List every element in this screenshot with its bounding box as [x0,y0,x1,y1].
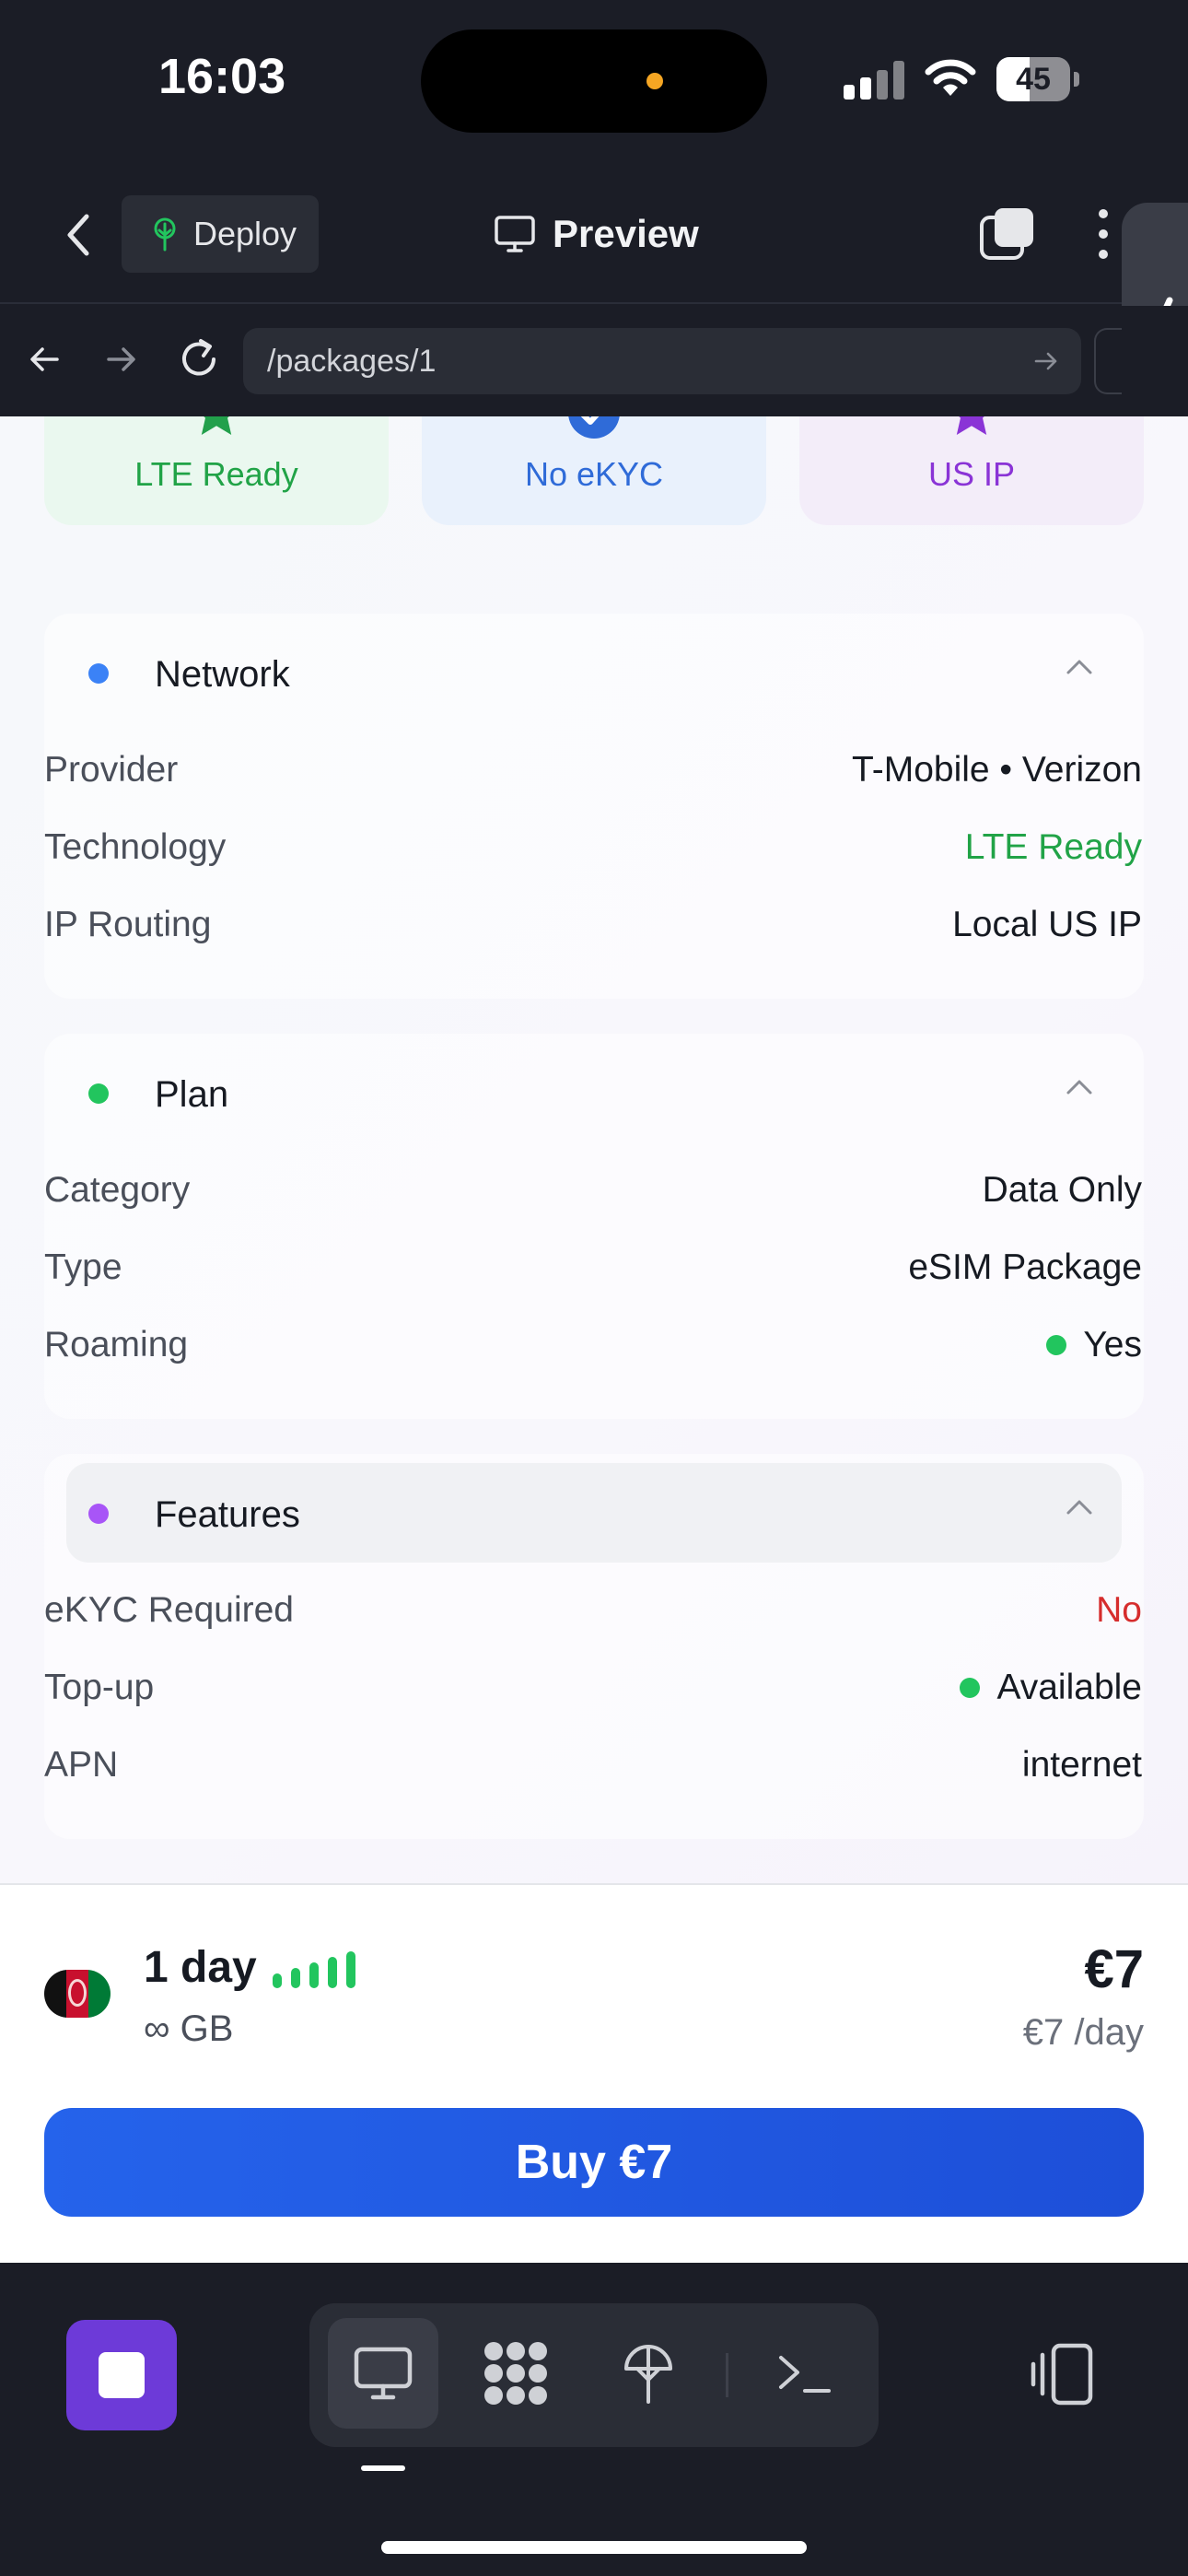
nav-forward-icon[interactable] [103,341,140,378]
status-dot [1046,1335,1067,1355]
row-label: Technology [44,827,227,867]
status-dot [960,1678,981,1698]
row-label: Category [44,1170,191,1210]
reload-icon[interactable] [175,335,223,383]
row-label: APN [44,1745,119,1785]
deploy-tree-icon [154,217,176,252]
apps-tool-button[interactable] [460,2318,571,2429]
star-icon [201,416,232,435]
badge-no-ekyc: No eKYC [422,416,766,525]
cellular-signal-icon [844,61,904,100]
row-value: Data Only [982,1170,1142,1210]
network-section-header[interactable]: Network [66,623,1122,722]
star-icon [956,416,987,435]
badge-label: US IP [927,455,1016,493]
chevron-up-icon [1066,660,1092,674]
plan-section: Plan [44,1034,1144,1419]
monitor-icon [354,2347,413,2400]
section-title: Features [155,1494,300,1535]
preview-tool-button[interactable] [328,2318,438,2429]
preview-title: Preview [494,205,699,263]
row-value: Local US IP [952,905,1142,944]
features-dot [88,1504,109,1524]
toolbar-divider [726,2353,728,2397]
price: €7 [1084,1939,1144,1999]
row-label: eKYC Required [44,1590,294,1630]
country-flag [44,1970,111,2018]
url-bar-edge [1094,328,1122,394]
row-label: Top-up [44,1668,155,1707]
topup-value: Available [960,1668,1142,1708]
roaming-value: Yes [1046,1325,1142,1365]
tabs-icon[interactable] [978,205,1037,263]
features-section-header[interactable]: Features [66,1463,1122,1563]
buy-label: Buy €7 [515,2136,673,2189]
monitor-icon [495,216,535,252]
section-title: Network [155,654,290,695]
device-switch-icon[interactable] [1028,2340,1096,2408]
battery-tip [1074,72,1079,87]
badge-lte-ready: LTE Ready [44,416,389,525]
row-value: internet [1021,1745,1142,1785]
signal-strength-icon [273,1951,355,1988]
chevron-up-icon [1066,1500,1092,1515]
flag-emblem [68,1979,87,2007]
plan-data: ∞ GB [144,2008,234,2049]
package-details: LTE Ready No eKYC US IP Network Provider… [0,416,1188,1883]
url-text: /packages/1 [267,343,437,379]
tree-icon [624,2345,672,2404]
topup-text: Available [996,1668,1142,1707]
network-dot [88,663,109,684]
wifi-icon [925,59,976,96]
preview-label: Preview [553,212,699,255]
row-value: T-Mobile • Verizon [852,750,1142,790]
grid-flower-icon [484,2342,547,2405]
roaming-text: Yes [1083,1325,1142,1364]
plan-section-header[interactable]: Plan [66,1043,1122,1142]
deploy-tool-button[interactable] [593,2318,704,2429]
badge-label: LTE Ready [134,455,298,493]
check-circle-icon [568,416,620,439]
back-chevron-icon[interactable] [55,207,101,263]
row-value: eSIM Package [908,1247,1142,1287]
dynamic-island [421,29,767,133]
deploy-button[interactable]: Deploy [122,195,319,273]
status-time: 16:03 [158,49,286,104]
go-arrow-icon[interactable] [1031,346,1061,376]
row-value: No [1096,1590,1142,1630]
plan-dot [88,1083,109,1104]
badge-us-ip: US IP [799,416,1144,525]
terminal-tool-button[interactable] [750,2318,860,2429]
row-label: Provider [44,750,179,790]
stop-button[interactable] [66,2320,177,2430]
badge-label: No eKYC [524,455,664,493]
deploy-label: Deploy [193,215,297,252]
active-tool-indicator [361,2465,405,2471]
buy-button[interactable]: Buy €7 [44,2108,1144,2217]
plan-duration: 1 day [144,1943,257,1992]
section-title: Plan [155,1074,229,1115]
terminal-icon [779,2356,831,2393]
price-per-day: €7 /day [1022,2012,1144,2053]
chevron-up-icon [1066,1080,1092,1095]
features-section: Features [44,1454,1144,1839]
row-label: Type [44,1247,122,1287]
home-indicator[interactable] [381,2541,807,2554]
more-options-icon[interactable] [1092,205,1114,263]
nav-back-icon[interactable] [26,341,63,378]
row-label: IP Routing [44,905,212,944]
row-label: Roaming [44,1325,189,1364]
battery-percentage: 45 [1016,62,1051,97]
row-value: LTE Ready [964,827,1142,867]
battery-icon: 45 [996,57,1070,101]
url-input[interactable]: /packages/1 [243,328,1081,394]
stop-icon [99,2352,145,2398]
privacy-indicator-dot [646,73,663,89]
